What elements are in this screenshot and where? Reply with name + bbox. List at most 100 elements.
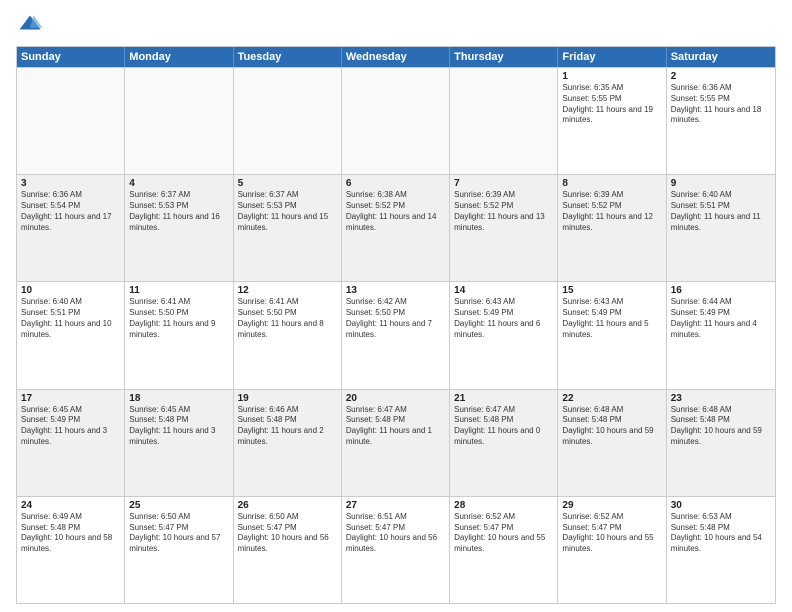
cal-cell: 27Sunrise: 6:51 AM Sunset: 5:47 PM Dayli… bbox=[342, 497, 450, 603]
cal-cell: 6Sunrise: 6:38 AM Sunset: 5:52 PM Daylig… bbox=[342, 175, 450, 281]
cal-cell bbox=[234, 68, 342, 174]
day-number: 19 bbox=[238, 393, 337, 404]
day-number: 29 bbox=[562, 500, 661, 511]
header bbox=[16, 12, 776, 40]
cal-cell: 15Sunrise: 6:43 AM Sunset: 5:49 PM Dayli… bbox=[558, 282, 666, 388]
cal-cell: 13Sunrise: 6:42 AM Sunset: 5:50 PM Dayli… bbox=[342, 282, 450, 388]
day-info: Sunrise: 6:42 AM Sunset: 5:50 PM Dayligh… bbox=[346, 297, 445, 340]
day-info: Sunrise: 6:38 AM Sunset: 5:52 PM Dayligh… bbox=[346, 190, 445, 233]
day-info: Sunrise: 6:48 AM Sunset: 5:48 PM Dayligh… bbox=[562, 405, 661, 448]
cal-cell: 12Sunrise: 6:41 AM Sunset: 5:50 PM Dayli… bbox=[234, 282, 342, 388]
cal-week-5: 24Sunrise: 6:49 AM Sunset: 5:48 PM Dayli… bbox=[17, 496, 775, 603]
day-number: 1 bbox=[562, 71, 661, 82]
cal-cell: 29Sunrise: 6:52 AM Sunset: 5:47 PM Dayli… bbox=[558, 497, 666, 603]
day-number: 21 bbox=[454, 393, 553, 404]
day-info: Sunrise: 6:52 AM Sunset: 5:47 PM Dayligh… bbox=[562, 512, 661, 555]
cal-cell bbox=[342, 68, 450, 174]
day-info: Sunrise: 6:44 AM Sunset: 5:49 PM Dayligh… bbox=[671, 297, 771, 340]
day-info: Sunrise: 6:39 AM Sunset: 5:52 PM Dayligh… bbox=[562, 190, 661, 233]
cal-cell: 17Sunrise: 6:45 AM Sunset: 5:49 PM Dayli… bbox=[17, 390, 125, 496]
cal-cell bbox=[17, 68, 125, 174]
cal-cell: 30Sunrise: 6:53 AM Sunset: 5:48 PM Dayli… bbox=[667, 497, 775, 603]
cal-cell: 25Sunrise: 6:50 AM Sunset: 5:47 PM Dayli… bbox=[125, 497, 233, 603]
cal-cell: 20Sunrise: 6:47 AM Sunset: 5:48 PM Dayli… bbox=[342, 390, 450, 496]
cal-header-saturday: Saturday bbox=[667, 47, 775, 67]
day-number: 5 bbox=[238, 178, 337, 189]
day-number: 23 bbox=[671, 393, 771, 404]
logo bbox=[16, 12, 48, 40]
day-number: 7 bbox=[454, 178, 553, 189]
day-info: Sunrise: 6:52 AM Sunset: 5:47 PM Dayligh… bbox=[454, 512, 553, 555]
cal-week-3: 10Sunrise: 6:40 AM Sunset: 5:51 PM Dayli… bbox=[17, 281, 775, 388]
calendar: SundayMondayTuesdayWednesdayThursdayFrid… bbox=[16, 46, 776, 604]
day-info: Sunrise: 6:48 AM Sunset: 5:48 PM Dayligh… bbox=[671, 405, 771, 448]
day-number: 4 bbox=[129, 178, 228, 189]
day-info: Sunrise: 6:36 AM Sunset: 5:55 PM Dayligh… bbox=[671, 83, 771, 126]
cal-week-4: 17Sunrise: 6:45 AM Sunset: 5:49 PM Dayli… bbox=[17, 389, 775, 496]
day-number: 16 bbox=[671, 285, 771, 296]
day-number: 30 bbox=[671, 500, 771, 511]
cal-cell: 8Sunrise: 6:39 AM Sunset: 5:52 PM Daylig… bbox=[558, 175, 666, 281]
cal-cell: 2Sunrise: 6:36 AM Sunset: 5:55 PM Daylig… bbox=[667, 68, 775, 174]
day-number: 18 bbox=[129, 393, 228, 404]
calendar-body: 1Sunrise: 6:35 AM Sunset: 5:55 PM Daylig… bbox=[17, 67, 775, 603]
cal-cell: 23Sunrise: 6:48 AM Sunset: 5:48 PM Dayli… bbox=[667, 390, 775, 496]
day-number: 11 bbox=[129, 285, 228, 296]
cal-week-1: 1Sunrise: 6:35 AM Sunset: 5:55 PM Daylig… bbox=[17, 67, 775, 174]
calendar-header: SundayMondayTuesdayWednesdayThursdayFrid… bbox=[17, 47, 775, 67]
day-info: Sunrise: 6:41 AM Sunset: 5:50 PM Dayligh… bbox=[238, 297, 337, 340]
day-number: 24 bbox=[21, 500, 120, 511]
cal-header-tuesday: Tuesday bbox=[234, 47, 342, 67]
day-info: Sunrise: 6:46 AM Sunset: 5:48 PM Dayligh… bbox=[238, 405, 337, 448]
cal-cell: 1Sunrise: 6:35 AM Sunset: 5:55 PM Daylig… bbox=[558, 68, 666, 174]
day-number: 2 bbox=[671, 71, 771, 82]
cal-cell: 11Sunrise: 6:41 AM Sunset: 5:50 PM Dayli… bbox=[125, 282, 233, 388]
cal-cell: 16Sunrise: 6:44 AM Sunset: 5:49 PM Dayli… bbox=[667, 282, 775, 388]
page: SundayMondayTuesdayWednesdayThursdayFrid… bbox=[0, 0, 792, 612]
cal-header-thursday: Thursday bbox=[450, 47, 558, 67]
day-number: 15 bbox=[562, 285, 661, 296]
day-info: Sunrise: 6:35 AM Sunset: 5:55 PM Dayligh… bbox=[562, 83, 661, 126]
cal-cell: 14Sunrise: 6:43 AM Sunset: 5:49 PM Dayli… bbox=[450, 282, 558, 388]
cal-cell: 10Sunrise: 6:40 AM Sunset: 5:51 PM Dayli… bbox=[17, 282, 125, 388]
day-number: 27 bbox=[346, 500, 445, 511]
cal-cell: 3Sunrise: 6:36 AM Sunset: 5:54 PM Daylig… bbox=[17, 175, 125, 281]
day-number: 6 bbox=[346, 178, 445, 189]
cal-cell bbox=[450, 68, 558, 174]
day-info: Sunrise: 6:37 AM Sunset: 5:53 PM Dayligh… bbox=[238, 190, 337, 233]
cal-cell: 28Sunrise: 6:52 AM Sunset: 5:47 PM Dayli… bbox=[450, 497, 558, 603]
cal-header-monday: Monday bbox=[125, 47, 233, 67]
cal-cell: 4Sunrise: 6:37 AM Sunset: 5:53 PM Daylig… bbox=[125, 175, 233, 281]
day-number: 17 bbox=[21, 393, 120, 404]
day-info: Sunrise: 6:51 AM Sunset: 5:47 PM Dayligh… bbox=[346, 512, 445, 555]
day-info: Sunrise: 6:45 AM Sunset: 5:49 PM Dayligh… bbox=[21, 405, 120, 448]
cal-header-sunday: Sunday bbox=[17, 47, 125, 67]
cal-cell: 24Sunrise: 6:49 AM Sunset: 5:48 PM Dayli… bbox=[17, 497, 125, 603]
cal-cell: 7Sunrise: 6:39 AM Sunset: 5:52 PM Daylig… bbox=[450, 175, 558, 281]
cal-cell: 18Sunrise: 6:45 AM Sunset: 5:48 PM Dayli… bbox=[125, 390, 233, 496]
cal-cell bbox=[125, 68, 233, 174]
day-info: Sunrise: 6:47 AM Sunset: 5:48 PM Dayligh… bbox=[346, 405, 445, 448]
day-info: Sunrise: 6:43 AM Sunset: 5:49 PM Dayligh… bbox=[454, 297, 553, 340]
cal-header-friday: Friday bbox=[558, 47, 666, 67]
day-number: 20 bbox=[346, 393, 445, 404]
day-number: 12 bbox=[238, 285, 337, 296]
day-info: Sunrise: 6:45 AM Sunset: 5:48 PM Dayligh… bbox=[129, 405, 228, 448]
day-info: Sunrise: 6:40 AM Sunset: 5:51 PM Dayligh… bbox=[21, 297, 120, 340]
day-number: 25 bbox=[129, 500, 228, 511]
day-info: Sunrise: 6:39 AM Sunset: 5:52 PM Dayligh… bbox=[454, 190, 553, 233]
cal-cell: 21Sunrise: 6:47 AM Sunset: 5:48 PM Dayli… bbox=[450, 390, 558, 496]
day-info: Sunrise: 6:53 AM Sunset: 5:48 PM Dayligh… bbox=[671, 512, 771, 555]
day-info: Sunrise: 6:41 AM Sunset: 5:50 PM Dayligh… bbox=[129, 297, 228, 340]
cal-week-2: 3Sunrise: 6:36 AM Sunset: 5:54 PM Daylig… bbox=[17, 174, 775, 281]
cal-cell: 19Sunrise: 6:46 AM Sunset: 5:48 PM Dayli… bbox=[234, 390, 342, 496]
day-number: 10 bbox=[21, 285, 120, 296]
day-info: Sunrise: 6:50 AM Sunset: 5:47 PM Dayligh… bbox=[238, 512, 337, 555]
day-info: Sunrise: 6:37 AM Sunset: 5:53 PM Dayligh… bbox=[129, 190, 228, 233]
logo-icon bbox=[16, 12, 44, 40]
cal-cell: 22Sunrise: 6:48 AM Sunset: 5:48 PM Dayli… bbox=[558, 390, 666, 496]
day-number: 14 bbox=[454, 285, 553, 296]
day-number: 9 bbox=[671, 178, 771, 189]
day-info: Sunrise: 6:49 AM Sunset: 5:48 PM Dayligh… bbox=[21, 512, 120, 555]
day-info: Sunrise: 6:36 AM Sunset: 5:54 PM Dayligh… bbox=[21, 190, 120, 233]
